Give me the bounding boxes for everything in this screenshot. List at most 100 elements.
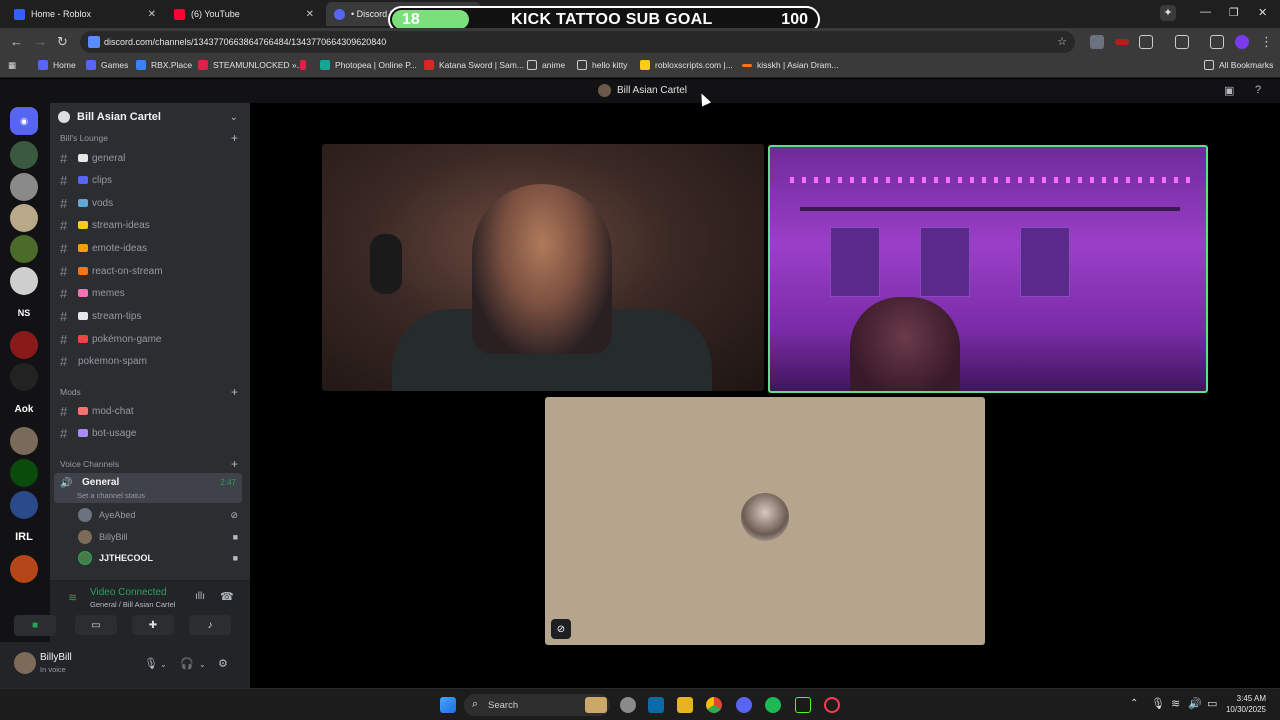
app-icon[interactable] (795, 697, 811, 713)
server-icon[interactable] (10, 235, 38, 263)
camera-button[interactable]: ■ (14, 615, 56, 635)
video-tile[interactable] (322, 144, 764, 391)
apps-icon[interactable]: ▦ (8, 60, 16, 71)
extension-icon[interactable] (1115, 39, 1129, 45)
avatar-tile[interactable]: ⊘ (545, 397, 985, 645)
voice-status[interactable]: Video Connected (90, 587, 167, 598)
activities-button[interactable]: ✚ (132, 615, 174, 635)
server-irl[interactable]: IRL (10, 523, 38, 551)
channel-vods[interactable]: # vods (60, 193, 240, 213)
microphone-icon[interactable]: 🎙 (144, 657, 158, 670)
bookmark-star-icon[interactable]: ☆ (1057, 35, 1067, 48)
widget-icon[interactable] (585, 697, 607, 713)
voice-channel-general[interactable]: 🔊 General 2:47 Set a channel status (54, 473, 242, 503)
discord-home-icon[interactable]: ◉ (10, 107, 38, 135)
server-ns[interactable]: NS (10, 299, 38, 327)
username[interactable]: BillyBill (40, 652, 72, 663)
server-icon[interactable] (10, 363, 38, 391)
voice-user[interactable]: AyeAbed ⊘ (78, 506, 238, 524)
folder-anime[interactable]: anime (527, 60, 565, 70)
wifi-icon[interactable]: ≋ (1171, 697, 1180, 710)
inbox-icon[interactable]: ▣ (1224, 84, 1234, 97)
windows-start-icon[interactable] (440, 697, 456, 713)
category-voice[interactable]: Voice Channels (60, 459, 119, 469)
extension-icon[interactable] (1090, 35, 1104, 49)
back-icon[interactable]: ← (10, 34, 23, 49)
volume-icon[interactable]: 🔊 (1188, 697, 1202, 710)
channel-clips[interactable]: # clips (60, 170, 240, 190)
server-icon[interactable] (10, 267, 38, 295)
minimize-icon[interactable]: — (1200, 6, 1211, 18)
chevron-down-icon[interactable]: ⌄ (230, 112, 238, 123)
channel-stream-ideas[interactable]: # stream-ideas (60, 215, 240, 235)
reading-list-icon[interactable] (1210, 35, 1224, 49)
server-icon[interactable] (10, 331, 38, 359)
battery-icon[interactable]: ▭ (1207, 697, 1217, 710)
discord-icon[interactable] (736, 697, 752, 713)
gemini-icon[interactable]: ✦ (1160, 5, 1176, 21)
store-icon[interactable] (648, 697, 664, 713)
gear-icon[interactable]: ⚙ (218, 657, 228, 670)
close-window-icon[interactable]: ✕ (1258, 6, 1267, 19)
category-lounge[interactable]: Bill's Lounge (60, 133, 108, 143)
server-icon[interactable] (10, 204, 38, 232)
channel-bot-usage[interactable]: # bot-usage (60, 423, 240, 443)
server-icon[interactable] (10, 173, 38, 201)
bookmark-games[interactable]: Games (86, 60, 128, 70)
channel-emote-ideas[interactable]: # emote-ideas (60, 238, 240, 258)
screen-share-button[interactable]: ▭ (75, 615, 117, 635)
server-name-header[interactable]: Bill Asian Cartel (58, 111, 161, 123)
channel-memes[interactable]: # memes (60, 283, 240, 303)
profile-avatar[interactable] (1235, 35, 1249, 49)
close-tab-icon[interactable]: ✕ (148, 9, 156, 20)
bookmark-photopea[interactable]: Photopea | Online P... (320, 60, 417, 70)
server-icon[interactable] (10, 555, 38, 583)
add-channel-icon[interactable]: + (231, 131, 238, 145)
bookmark-rbxplace[interactable]: RBX.Place (136, 60, 192, 70)
site-info-icon[interactable] (88, 36, 100, 48)
disconnect-icon[interactable]: ☎ (220, 590, 234, 603)
bookmark-home[interactable]: Home (38, 60, 76, 70)
clock[interactable]: 3:45 AM 10/30/2025 (1226, 693, 1266, 715)
channel-status-input[interactable]: Set a channel status (77, 491, 145, 500)
channel-pokemon-spam[interactable]: # pokemon-spam (60, 351, 240, 371)
close-tab-icon[interactable]: ✕ (306, 9, 314, 20)
server-icon[interactable] (10, 459, 38, 487)
server-icon[interactable] (10, 427, 38, 455)
chevron-down-icon[interactable]: ⌄ (199, 660, 206, 669)
chrome-icon[interactable] (706, 697, 722, 713)
microphone-icon[interactable]: 🎙 (1151, 697, 1165, 710)
tab-youtube[interactable]: (6) YouTube ✕ (166, 2, 322, 26)
app-icon[interactable] (620, 697, 636, 713)
voice-user[interactable]: JJTHECOOL ■ (78, 549, 238, 567)
bookmark-kisskh[interactable]: kisskh | Asian Dram... (742, 60, 839, 70)
help-icon[interactable]: ? (1255, 84, 1261, 96)
noise-suppression-icon[interactable]: ıllı (195, 591, 205, 602)
spotify-icon[interactable] (765, 697, 781, 713)
bookmark-katana[interactable]: Katana Sword | Sam... (424, 60, 524, 70)
forward-icon[interactable]: → (34, 34, 47, 49)
folder-hello-kitty[interactable]: hello kitty (577, 60, 627, 70)
avatar[interactable] (14, 652, 36, 674)
add-channel-icon[interactable]: + (231, 457, 238, 471)
file-explorer-icon[interactable] (677, 697, 693, 713)
tab-roblox[interactable]: Home - Roblox ✕ (6, 2, 164, 26)
all-bookmarks[interactable]: All Bookmarks (1204, 60, 1273, 70)
headphones-icon[interactable]: 🎧 (180, 657, 194, 670)
video-tile-speaking[interactable] (768, 145, 1208, 393)
maximize-icon[interactable]: ❐ (1229, 6, 1239, 19)
channel-react-on-stream[interactable]: # react-on-stream (60, 261, 240, 281)
bookmark-extra[interactable] (300, 60, 311, 70)
server-aok[interactable]: Aok (10, 395, 38, 423)
signal-icon[interactable]: ≋ (68, 591, 77, 604)
menu-icon[interactable]: ⋮ (1260, 34, 1273, 50)
bookmark-robloxscripts[interactable]: robloxscripts.com |... (640, 60, 733, 70)
bookmark-steamunlocked[interactable]: STEAMUNLOCKED »... (198, 60, 304, 70)
channel-mod-chat[interactable]: # mod-chat (60, 401, 240, 421)
chevron-down-icon[interactable]: ⌄ (160, 660, 167, 669)
soundboard-button[interactable]: ♪ (189, 615, 231, 635)
server-icon[interactable] (10, 491, 38, 519)
cast-icon[interactable] (1175, 35, 1189, 49)
channel-general[interactable]: # general (60, 148, 240, 168)
opera-icon[interactable] (824, 697, 840, 713)
